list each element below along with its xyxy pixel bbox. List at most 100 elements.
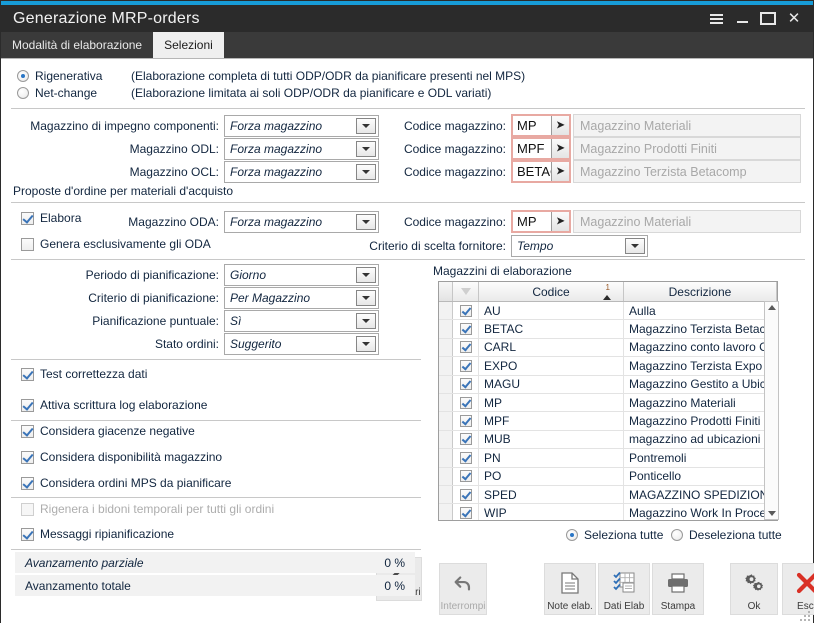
lookup-arrow-icon[interactable]: ➤ [551, 139, 569, 158]
chevron-down-icon[interactable] [356, 214, 376, 230]
row-checkbox[interactable] [453, 468, 479, 485]
checkbox-genera-esclusivamente-oda[interactable]: Genera esclusivamente gli ODA [21, 237, 211, 251]
row-checkbox[interactable] [453, 486, 479, 503]
input-codice-magazzino-2[interactable]: MPF ➤ [511, 137, 571, 160]
table-row[interactable]: WIPMagazzino Work In Process [439, 504, 777, 521]
lookup-arrow-icon[interactable]: ➤ [551, 116, 569, 135]
combo-magazzino-ocl[interactable]: Forza magazzino [224, 161, 379, 183]
grid-header-row: Codice 1 Descrizione [439, 282, 777, 302]
checkbox-label: Genera esclusivamente gli ODA [40, 237, 211, 251]
input-codice-magazzino-oda[interactable]: MP ➤ [511, 210, 571, 233]
lookup-arrow-icon[interactable]: ➤ [551, 212, 569, 231]
grid-header-descrizione[interactable]: Descrizione [624, 282, 777, 301]
row-checkbox[interactable] [453, 302, 479, 319]
chevron-down-icon[interactable] [356, 336, 376, 352]
table-row[interactable]: BETACMagazzino Terzista Betacomp [439, 320, 777, 338]
checkbox-elabora[interactable]: Elabora [21, 211, 81, 225]
divider-7 [11, 549, 421, 550]
tab-strip: Modalità di elaborazione Selezioni [1, 32, 813, 59]
ok-button[interactable]: Ok [730, 563, 778, 615]
chevron-down-icon[interactable] [356, 290, 376, 306]
label-magazzino-impegno-componenti: Magazzino di impegno componenti: [21, 119, 219, 133]
row-checkbox[interactable] [453, 339, 479, 356]
row-checkbox[interactable] [453, 449, 479, 466]
chevron-down-icon[interactable] [625, 238, 645, 254]
row-checkbox[interactable] [453, 376, 479, 393]
stampa-button[interactable]: Stampa [652, 563, 704, 615]
grid-header-descrizione-label: Descrizione [669, 285, 732, 299]
checkbox-considera-disponibilita-magazzino[interactable]: Considera disponibilità magazzino [21, 450, 222, 464]
row-checkbox[interactable] [453, 504, 479, 521]
chevron-down-icon[interactable] [356, 118, 376, 134]
checkbox-label: Rigenera i bidoni temporali per tutti gl… [40, 502, 274, 516]
combo-value: Tempo [512, 236, 623, 256]
table-row[interactable]: AUAulla [439, 302, 777, 320]
minimize-icon[interactable] [729, 7, 755, 31]
combo-stato-ordini[interactable]: Suggerito [224, 333, 379, 355]
checkbox-indicator [460, 360, 472, 372]
combo-value: Forza magazzino [225, 139, 354, 159]
checkbox-test-correttezza-dati[interactable]: Test correttezza dati [21, 367, 147, 381]
checkbox-considera-giacenze-negative[interactable]: Considera giacenze negative [21, 424, 195, 438]
checkbox-rigenera-bidoni-temporali[interactable]: Rigenera i bidoni temporali per tutti gl… [21, 502, 274, 516]
grid-header-filter[interactable] [453, 282, 479, 301]
desc-codice-magazzino-oda: Magazzino Materiali [573, 210, 801, 233]
interrompi-button[interactable]: Interrompi [439, 563, 487, 615]
row-checkbox[interactable] [453, 412, 479, 429]
magazzini-grid[interactable]: Codice 1 Descrizione AUAullaBETACMagazzi… [438, 281, 778, 521]
grid-header-codice[interactable]: Codice 1 [479, 282, 624, 301]
checkbox-messaggi-ripianificazione[interactable]: Messaggi ripianificazione [21, 527, 174, 541]
combo-pianificazione-puntuale[interactable]: Sì [224, 310, 379, 332]
maximize-icon[interactable] [755, 7, 781, 31]
checkbox-label: Attiva scrittura log elaborazione [40, 398, 207, 412]
row-checkbox[interactable] [453, 357, 479, 374]
table-row[interactable]: MPFMagazzino Prodotti Finiti [439, 412, 777, 430]
menu-icon[interactable] [703, 7, 729, 31]
lookup-arrow-icon[interactable]: ➤ [551, 162, 569, 181]
table-row[interactable]: CARLMagazzino conto lavoro Carli [439, 339, 777, 357]
input-codice-magazzino-1[interactable]: MP ➤ [511, 114, 571, 137]
esci-button[interactable]: Esci [782, 563, 814, 615]
combo-periodo-pianificazione[interactable]: Giorno [224, 264, 379, 286]
row-checkbox[interactable] [453, 394, 479, 411]
table-row[interactable]: MAGUMagazzino Gestito a Ubicazioni [439, 376, 777, 394]
combo-criterio-pianificazione[interactable]: Per Magazzino [224, 287, 379, 309]
table-row[interactable]: SPEDMAGAZZINO SPEDIZIONI [439, 486, 777, 504]
table-row[interactable]: MPMagazzino Materiali [439, 394, 777, 412]
table-row[interactable]: MUBmagazzino ad ubicazioni [439, 431, 777, 449]
table-row[interactable]: PNPontremoli [439, 449, 777, 467]
dati-elab-button[interactable]: Dati Elab [598, 563, 650, 615]
input-codice-magazzino-3[interactable]: BETAC ➤ [511, 160, 571, 183]
close-icon[interactable]: ✕ [781, 7, 807, 31]
radio-deseleziona-tutte[interactable]: Deseleziona tutte [671, 528, 782, 542]
chevron-down-icon[interactable] [356, 164, 376, 180]
chevron-down-icon[interactable] [356, 313, 376, 329]
radio-rigenerativa[interactable]: Rigenerativa [17, 69, 102, 83]
grid-vertical-scrollbar[interactable] [764, 301, 779, 520]
row-checkbox[interactable] [453, 431, 479, 448]
checkbox-label: Considera disponibilità magazzino [40, 450, 222, 464]
scroll-up-icon[interactable] [768, 305, 776, 310]
tab-modalita-di-elaborazione[interactable]: Modalità di elaborazione [1, 32, 153, 58]
combo-magazzino-impegno-componenti[interactable]: Forza magazzino [224, 115, 379, 137]
note-elab-button[interactable]: Note elab. [544, 563, 596, 615]
checkbox-attiva-scrittura-log[interactable]: Attiva scrittura log elaborazione [21, 398, 207, 412]
tab-label: Modalità di elaborazione [12, 38, 142, 52]
chevron-down-icon[interactable] [356, 267, 376, 283]
tab-selezioni[interactable]: Selezioni [153, 32, 224, 58]
printer-icon [666, 564, 690, 601]
scroll-down-icon[interactable] [768, 511, 776, 516]
chevron-down-icon[interactable] [356, 141, 376, 157]
table-row[interactable]: EXPOMagazzino Terzista Expo [439, 357, 777, 375]
cell-codice: PN [479, 449, 624, 466]
table-row[interactable]: POPonticello [439, 468, 777, 486]
cell-descrizione: magazzino ad ubicazioni [624, 431, 777, 448]
combo-criterio-scelta-fornitore[interactable]: Tempo [511, 235, 648, 257]
checkbox-considera-ordini-mps[interactable]: Considera ordini MPS da pianificare [21, 476, 231, 490]
row-checkbox[interactable] [453, 320, 479, 337]
radio-net-change[interactable]: Net-change [17, 86, 97, 100]
combo-magazzino-odl[interactable]: Forza magazzino [224, 138, 379, 160]
radio-seleziona-tutte[interactable]: Seleziona tutte [566, 528, 663, 542]
combo-magazzino-oda[interactable]: Forza magazzino [224, 211, 379, 233]
resize-grip[interactable] [800, 611, 810, 621]
